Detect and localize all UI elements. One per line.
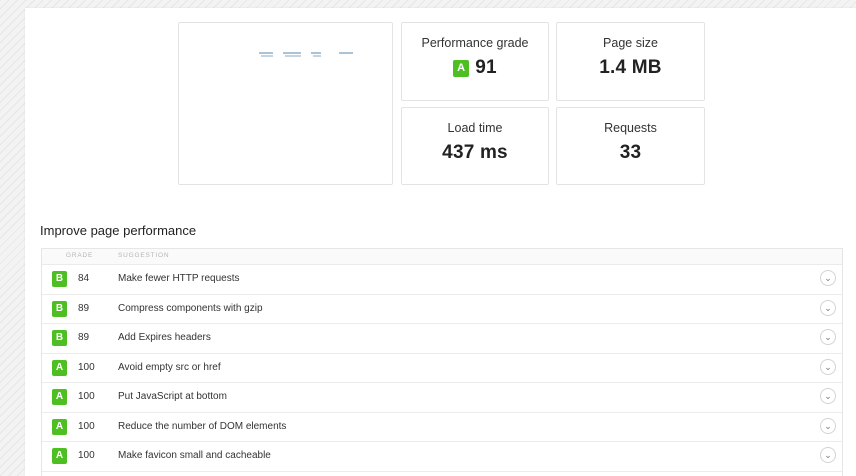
performance-grade-card: Performance grade A 91	[401, 22, 549, 101]
load-time-value: 437 ms	[442, 142, 508, 163]
performance-grade-value: A 91	[402, 57, 548, 79]
chevron-down-icon[interactable]: ⌄	[820, 270, 836, 286]
chevron-down-icon[interactable]: ⌄	[820, 358, 836, 375]
chevron-down-icon[interactable]: ⌄	[820, 299, 836, 316]
grade-score: 100	[78, 391, 95, 402]
grade-badge: A	[52, 359, 67, 376]
table-row[interactable]: A 100 Make favicon small and cacheable ⌄	[42, 442, 842, 472]
page-size-value: 1.4 MB	[599, 57, 662, 78]
grade-score: 84	[78, 273, 90, 284]
chevron-down-icon[interactable]: ⌄	[820, 388, 836, 404]
grade-badge: B	[52, 330, 67, 346]
table-row[interactable]: A 100 Put JavaScript at bottom ⌄	[42, 383, 842, 413]
grade-badge: A	[52, 448, 67, 464]
grade-badge: B	[52, 300, 67, 317]
table-row[interactable]: A 100 Avoid empty src or href ⌄	[42, 354, 842, 383]
load-time-label: Load time	[447, 121, 503, 135]
suggestion-text: Make fewer HTTP requests	[118, 273, 240, 284]
grade-badge: A	[52, 389, 67, 405]
chevron-down-icon[interactable]: ⌄	[820, 447, 836, 463]
table-row[interactable]: A 100 Reduce the number of DOM elements …	[42, 413, 842, 442]
page-size-label: Page size	[603, 36, 658, 50]
table-row[interactable]: B 89 Compress components with gzip ⌄	[42, 295, 842, 324]
requests-value: 33	[619, 142, 642, 163]
table-header: GRADE SUGGESTION	[42, 249, 842, 265]
suggestion-column-header: SUGGESTION	[118, 252, 170, 259]
suggestion-text: Add Expires headers	[118, 332, 211, 343]
requests-label: Requests	[604, 121, 657, 135]
grade-badge: A	[52, 418, 67, 435]
page-screenshot-thumbnail[interactable]	[178, 22, 393, 185]
suggestions-table: GRADE SUGGESTION B 84 Make fewer HTTP re…	[41, 248, 843, 476]
suggestion-text: Make favicon small and cacheable	[118, 450, 271, 461]
suggestion-text: Compress components with gzip	[118, 302, 263, 314]
section-title: Improve page performance	[40, 223, 197, 238]
performance-grade-label: Performance grade	[421, 36, 529, 50]
performance-grade-score: 91	[475, 57, 497, 78]
grade-score: 100	[78, 361, 95, 373]
load-time-card: Load time 437 ms	[401, 107, 549, 185]
table-row[interactable]: B 89 Add Expires headers ⌄	[42, 324, 842, 354]
table-row[interactable]: B 84 Make fewer HTTP requests ⌄	[42, 265, 842, 295]
grade-score: 89	[78, 332, 90, 343]
grade-score: 89	[78, 302, 90, 314]
thumbnail-content	[259, 52, 355, 57]
page-size-card: Page size 1.4 MB	[556, 22, 705, 101]
grade-badge: B	[52, 271, 67, 287]
grade-score: 100	[78, 420, 95, 432]
grade-score: 100	[78, 450, 95, 461]
report-panel: Performance grade A 91 Page size 1.4 MB L…	[25, 8, 856, 476]
suggestion-text: Avoid empty src or href	[118, 361, 221, 373]
chevron-down-icon[interactable]: ⌄	[820, 329, 836, 345]
chevron-down-icon[interactable]: ⌄	[820, 417, 836, 434]
requests-card: Requests 33	[556, 107, 705, 185]
grade-badge: A	[453, 60, 470, 77]
suggestion-text: Put JavaScript at bottom	[118, 391, 227, 402]
grade-column-header: GRADE	[66, 252, 94, 259]
suggestion-text: Reduce the number of DOM elements	[118, 420, 287, 432]
